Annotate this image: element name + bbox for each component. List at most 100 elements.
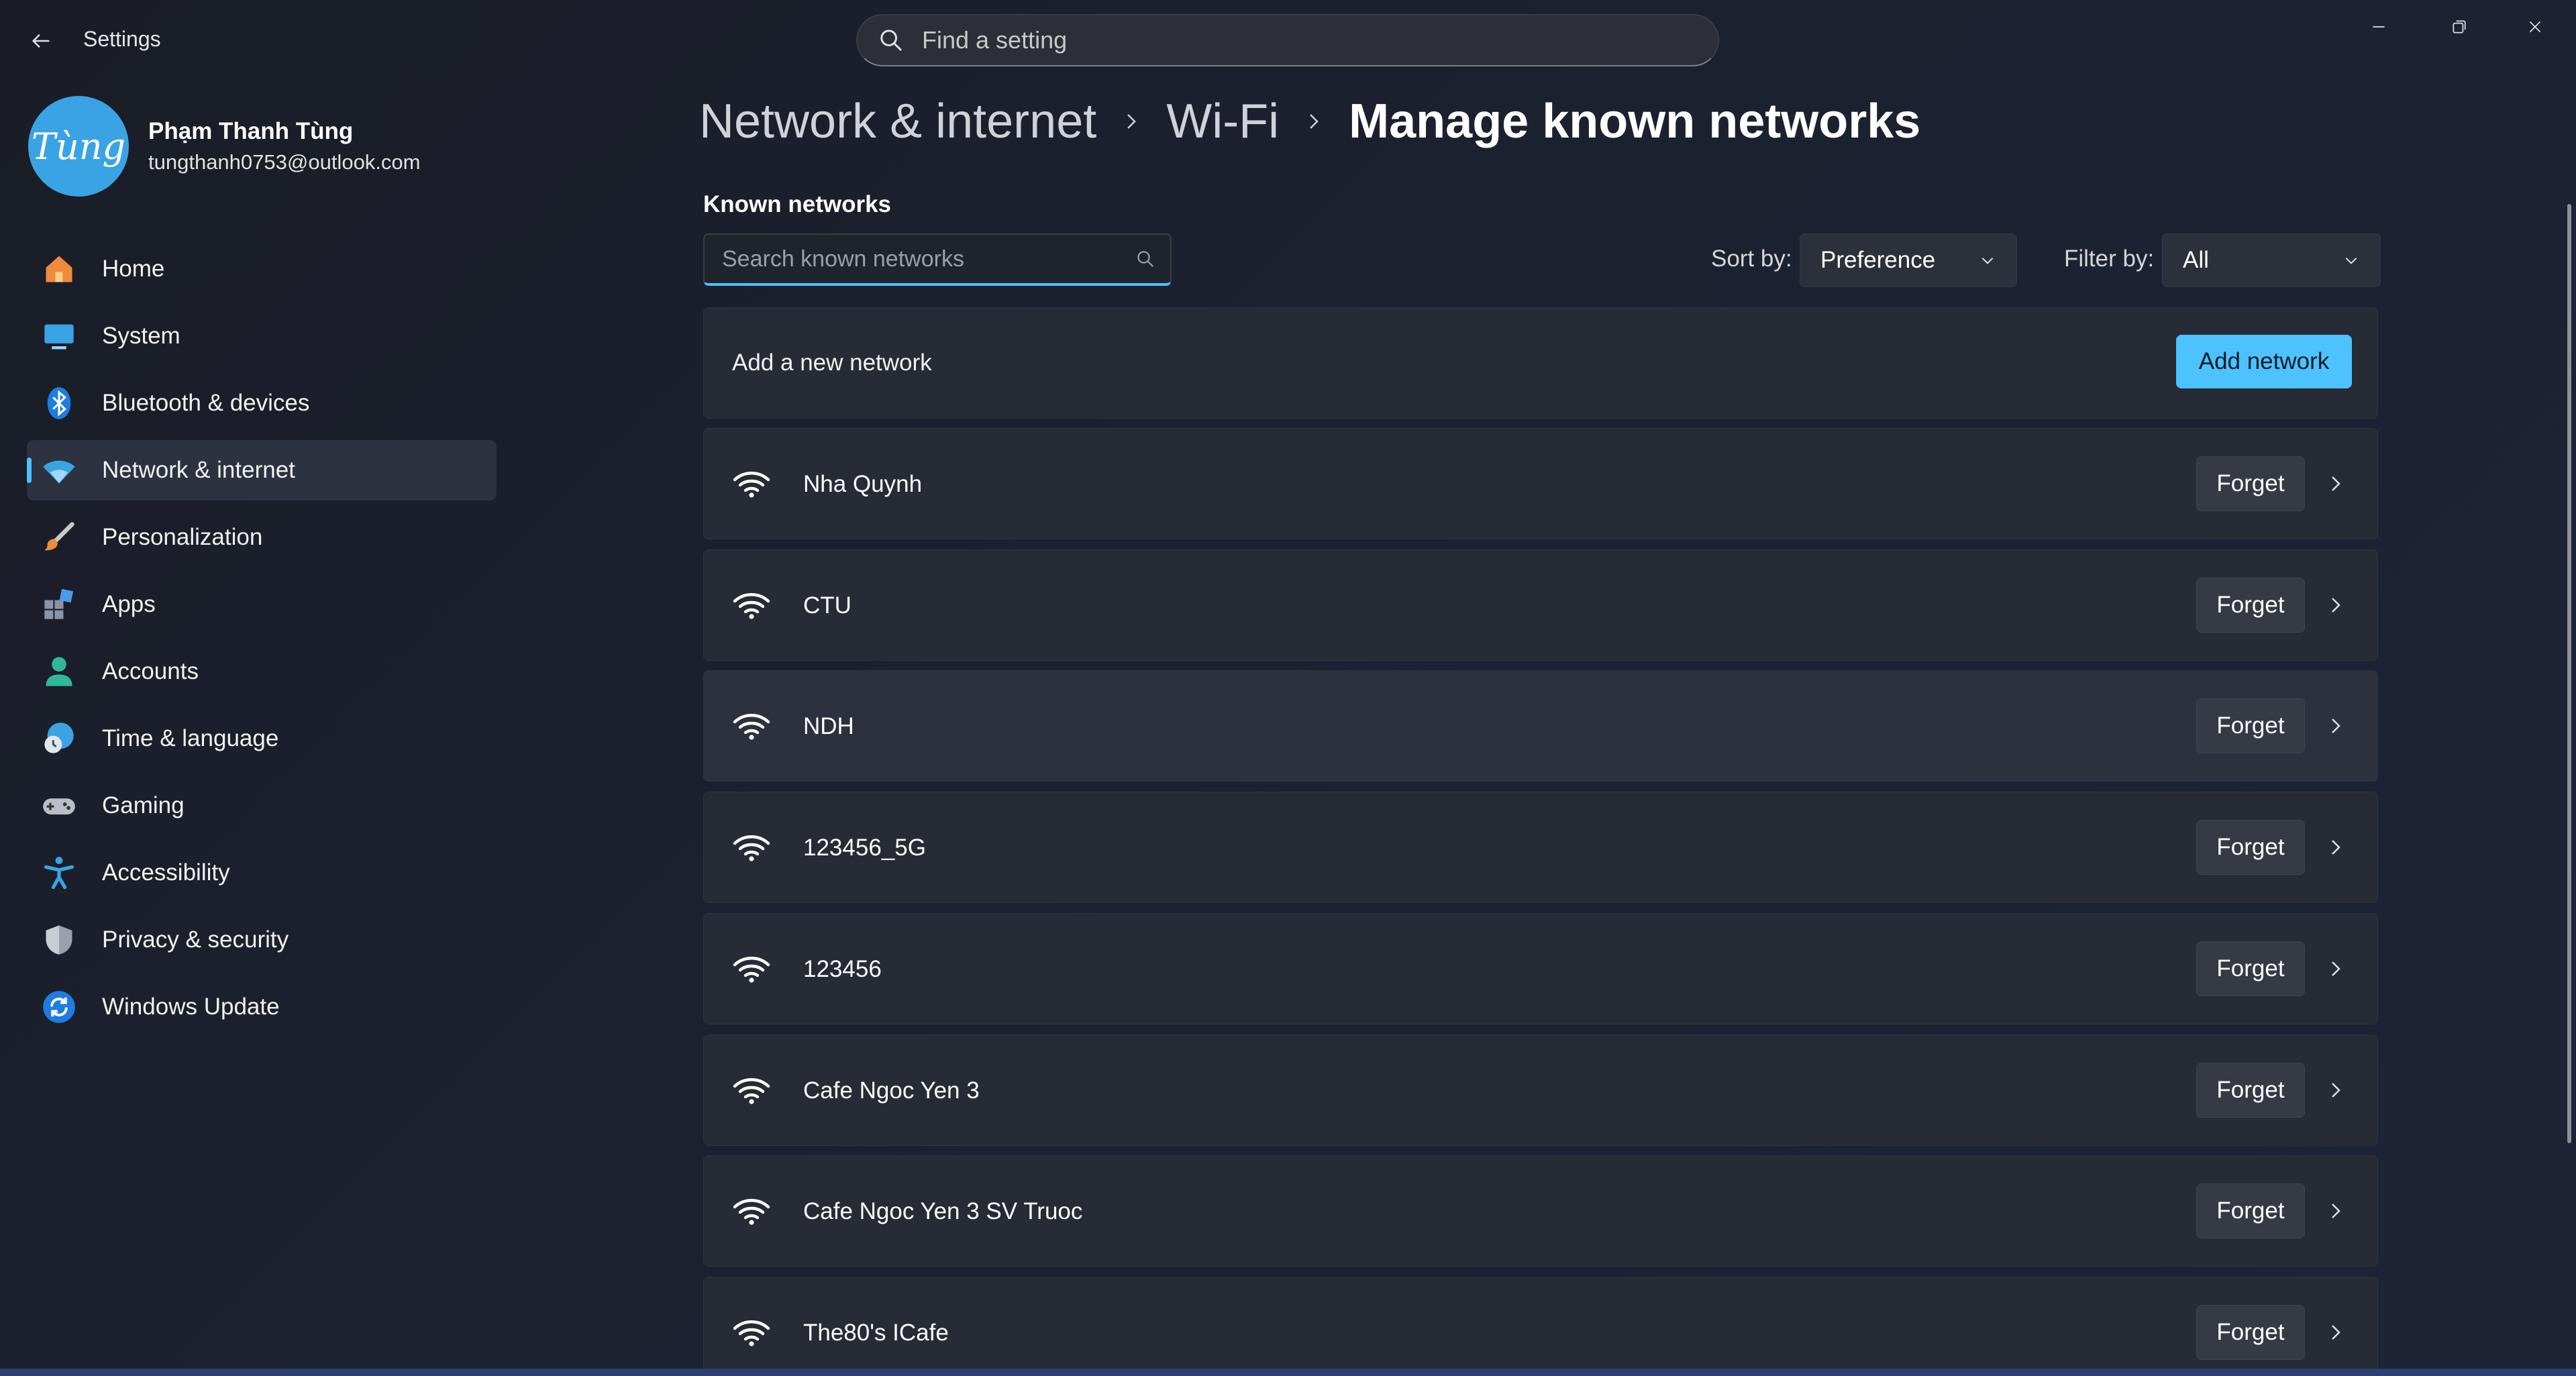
chevron-right-icon[interactable] — [2322, 712, 2349, 739]
breadcrumb: Network & internet Wi-Fi Manage known ne… — [699, 94, 1920, 149]
network-name: 123456_5G — [803, 835, 926, 861]
sidebar-item-label: Gaming — [102, 792, 185, 818]
network-row[interactable]: Nha Quynh Forget — [703, 428, 2378, 539]
chevron-right-icon[interactable] — [2322, 592, 2349, 619]
app-title: Settings — [83, 27, 161, 51]
sidebar-item-label: Privacy & security — [102, 927, 289, 953]
section-title: Known networks — [703, 191, 892, 217]
restore-icon — [2453, 20, 2466, 34]
wifi-icon — [733, 1199, 770, 1225]
find-setting-search[interactable] — [856, 14, 1719, 66]
sidebar-item-personalization[interactable]: Personalization — [27, 507, 497, 568]
breadcrumb-wifi[interactable]: Wi-Fi — [1166, 94, 1279, 149]
close-button[interactable] — [2498, 7, 2572, 47]
add-network-button[interactable]: Add network — [2176, 335, 2352, 388]
forget-button[interactable]: Forget — [2196, 698, 2305, 753]
wifi-icon — [733, 1078, 770, 1104]
shield-icon — [42, 922, 76, 957]
sidebar-item-label: Accessibility — [102, 859, 230, 886]
sidebar-item-accessibility[interactable]: Accessibility — [27, 843, 497, 903]
profile-name: Phạm Thanh Tùng — [148, 118, 354, 144]
filter-dropdown[interactable]: All — [2162, 233, 2381, 287]
forget-button[interactable]: Forget — [2196, 1063, 2305, 1118]
find-setting-input[interactable] — [921, 25, 1718, 55]
brush-icon — [42, 520, 76, 555]
avatar-initials: Tùng — [31, 125, 126, 168]
network-name: 123456 — [803, 956, 882, 982]
sidebar-item-label: Accounts — [102, 658, 199, 684]
chevron-right-icon[interactable] — [2322, 1198, 2349, 1224]
sidebar-item-apps[interactable]: Apps — [27, 574, 497, 635]
chevron-down-icon — [1981, 258, 1994, 264]
network-row[interactable]: 123456 Forget — [703, 913, 2378, 1024]
taskbar-edge — [0, 1369, 2576, 1376]
network-row[interactable]: 123456_5G Forget — [703, 792, 2378, 903]
network-name: Cafe Ngoc Yen 3 SV Truoc — [803, 1198, 1083, 1224]
minimize-button[interactable] — [2342, 7, 2416, 47]
restore-button[interactable] — [2422, 7, 2496, 47]
breadcrumb-network-internet[interactable]: Network & internet — [699, 94, 1096, 149]
sidebar-item-label: Personalization — [102, 524, 263, 550]
search-icon — [880, 30, 902, 51]
known-networks-search-input[interactable] — [721, 245, 1135, 273]
scrollbar[interactable] — [2567, 204, 2571, 1143]
home-icon — [42, 252, 76, 286]
network-row[interactable]: The80's ICafe Forget — [703, 1277, 2378, 1376]
sidebar-item-system[interactable]: System — [27, 306, 497, 366]
back-button[interactable] — [25, 25, 56, 56]
settings-window: Settings Tùng Phạm Thanh Tùng tungthanh0… — [0, 0, 2576, 1376]
sidebar-item-bluetooth[interactable]: Bluetooth & devices — [27, 373, 497, 433]
globe-clock-icon — [42, 721, 76, 756]
sidebar-item-gaming[interactable]: Gaming — [27, 776, 497, 836]
sidebar-item-home[interactable]: Home — [27, 239, 497, 299]
arrow-left-icon — [32, 34, 50, 48]
sidebar-item-label: Windows Update — [102, 994, 280, 1020]
sidebar-item-accounts[interactable]: Accounts — [27, 641, 497, 702]
network-row[interactable]: Cafe Ngoc Yen 3 Forget — [703, 1035, 2378, 1146]
network-row[interactable]: Cafe Ngoc Yen 3 SV Truoc Forget — [703, 1155, 2378, 1267]
chevron-right-icon[interactable] — [2322, 955, 2349, 982]
profile-email: tungthanh0753@outlook.com — [148, 150, 421, 174]
sidebar-item-label: Time & language — [102, 725, 279, 751]
search-icon — [1137, 251, 1153, 267]
chevron-right-icon[interactable] — [2322, 470, 2349, 497]
wifi-icon — [733, 714, 770, 740]
chevron-right-icon[interactable] — [2322, 1077, 2349, 1104]
minimize-icon — [2373, 26, 2385, 28]
forget-button[interactable]: Forget — [2196, 820, 2305, 875]
known-networks-search[interactable] — [703, 233, 1172, 286]
avatar[interactable]: Tùng — [28, 96, 129, 197]
add-network-label: Add a new network — [732, 350, 932, 376]
network-name: Cafe Ngoc Yen 3 — [803, 1077, 980, 1104]
bluetooth-icon — [42, 386, 76, 421]
wifi-icon — [733, 835, 770, 861]
forget-button[interactable]: Forget — [2196, 456, 2305, 511]
wifi-icon — [733, 1320, 770, 1346]
network-name: NDH — [803, 713, 854, 739]
network-row[interactable]: NDH Forget — [703, 670, 2378, 782]
sidebar-nav: Home System Bluetooth & devices Network … — [27, 239, 497, 1044]
chevron-right-icon[interactable] — [2322, 1319, 2349, 1346]
sort-dropdown[interactable]: Preference — [1800, 233, 2017, 287]
system-icon — [42, 319, 76, 354]
chevron-right-icon[interactable] — [2322, 834, 2349, 861]
sidebar-item-privacy-security[interactable]: Privacy & security — [27, 910, 497, 970]
chevron-right-icon — [1118, 97, 1145, 146]
forget-button[interactable]: Forget — [2196, 941, 2305, 996]
forget-button[interactable]: Forget — [2196, 578, 2305, 633]
sidebar-item-label: Home — [102, 256, 165, 282]
sidebar-item-time-language[interactable]: Time & language — [27, 708, 497, 769]
sidebar-item-windows-update[interactable]: Windows Update — [27, 977, 497, 1037]
sidebar-item-label: Apps — [102, 591, 156, 617]
sidebar-item-network[interactable]: Network & internet — [27, 440, 497, 500]
sidebar-item-label: Network & internet — [102, 457, 295, 483]
forget-button[interactable]: Forget — [2196, 1183, 2305, 1238]
network-name: The80's ICafe — [803, 1320, 949, 1346]
chevron-right-icon — [1300, 97, 1327, 146]
network-icon — [42, 453, 76, 488]
sort-value: Preference — [1820, 247, 1936, 273]
network-row[interactable]: CTU Forget — [703, 549, 2378, 661]
forget-button[interactable]: Forget — [2196, 1305, 2305, 1360]
sidebar-item-label: Bluetooth & devices — [102, 390, 310, 416]
gamepad-icon — [42, 788, 76, 823]
